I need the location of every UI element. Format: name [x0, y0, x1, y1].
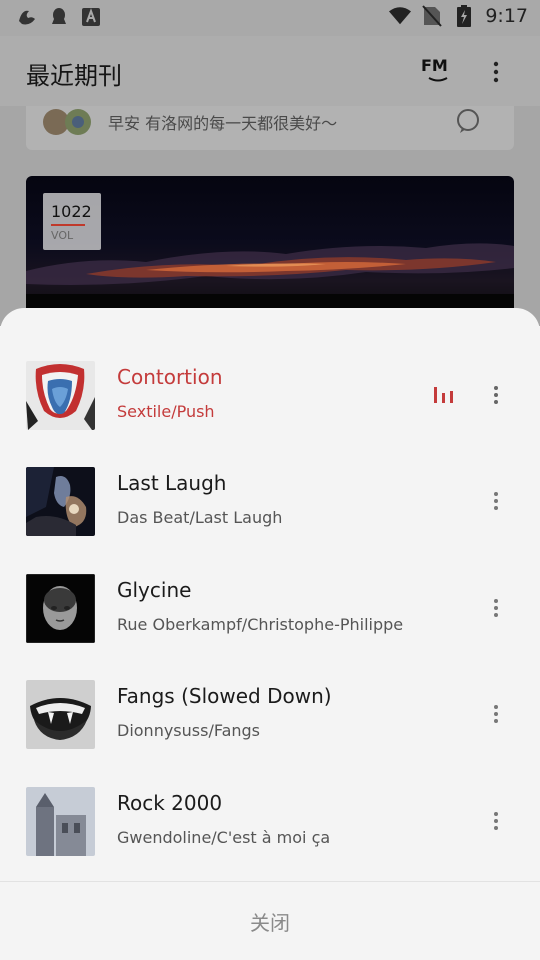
- volume-badge: 1022 VOL: [43, 193, 101, 250]
- overflow-menu-icon[interactable]: [486, 60, 506, 84]
- background-content: 早安 有洛网的每一天都很美好〜 1022 VOL: [0, 106, 540, 326]
- volume-number: 1022: [51, 202, 92, 221]
- now-playing-equalizer-icon: [432, 383, 456, 407]
- track-more-icon[interactable]: [484, 702, 508, 726]
- track-artist-album: Dionnysuss/Fangs: [117, 721, 261, 740]
- track-item-fangs[interactable]: Fangs (Slowed Down) Dionnysuss/Fangs: [0, 680, 540, 786]
- playlist-bottom-sheet: Contortion Sextile/Push Last Laugh Das B…: [0, 308, 540, 960]
- track-title: Last Laugh: [117, 471, 227, 495]
- wifi-icon: [389, 5, 412, 27]
- status-bar: 9:17: [0, 0, 540, 36]
- track-more-icon[interactable]: [484, 489, 508, 513]
- album-cover-contortion: [26, 361, 95, 430]
- track-item-rock-2000[interactable]: Rock 2000 Gwendoline/C'est à moi ça: [0, 787, 540, 893]
- track-artist-album: Gwendoline/C'est à moi ça: [117, 828, 331, 847]
- a-icon: [80, 6, 102, 28]
- track-more-icon[interactable]: [484, 596, 508, 620]
- track-more-icon[interactable]: [484, 383, 508, 407]
- comment-icon[interactable]: [456, 106, 492, 136]
- volume-underline: [51, 224, 85, 226]
- track-artist-album: Rue Oberkampf/Christophe-Philippe: [117, 615, 404, 634]
- album-cover-glycine: [26, 574, 95, 643]
- fm-label: FM: [421, 56, 448, 75]
- page-title: 最近期刊: [26, 62, 122, 90]
- track-artist-album: Sextile/Push: [117, 402, 215, 421]
- track-item-contortion[interactable]: Contortion Sextile/Push: [0, 361, 540, 467]
- track-title: Fangs (Slowed Down): [117, 684, 332, 708]
- qq-icon: [48, 6, 70, 28]
- track-artist-album: Das Beat/Last Laugh: [117, 508, 283, 527]
- album-cover-fangs: [26, 680, 95, 749]
- track-item-glycine[interactable]: Glycine Rue Oberkampf/Christophe-Philipp…: [0, 574, 540, 680]
- track-title: Contortion: [117, 365, 223, 389]
- app-bar: 最近期刊 FM: [0, 36, 540, 106]
- fm-radio-icon[interactable]: FM: [420, 56, 456, 86]
- volume-label: VOL: [51, 229, 74, 242]
- battery-icon: [453, 5, 475, 27]
- status-time: 9:17: [485, 5, 528, 27]
- volume-banner[interactable]: 1022 VOL: [26, 176, 514, 326]
- track-title: Glycine: [117, 578, 192, 602]
- album-cover-rock-2000: [26, 787, 95, 856]
- track-title: Rock 2000: [117, 791, 223, 815]
- avatar: [42, 108, 98, 138]
- album-cover-last-laugh: [26, 467, 95, 536]
- greeting-message: 早安 有洛网的每一天都很美好〜: [108, 114, 338, 133]
- track-more-icon[interactable]: [484, 809, 508, 833]
- app-notification-icon: [16, 6, 38, 28]
- close-button[interactable]: 关闭: [0, 882, 540, 960]
- no-sim-icon: [421, 5, 443, 27]
- message-card: 早安 有洛网的每一天都很美好〜: [26, 106, 514, 150]
- track-item-last-laugh[interactable]: Last Laugh Das Beat/Last Laugh: [0, 467, 540, 573]
